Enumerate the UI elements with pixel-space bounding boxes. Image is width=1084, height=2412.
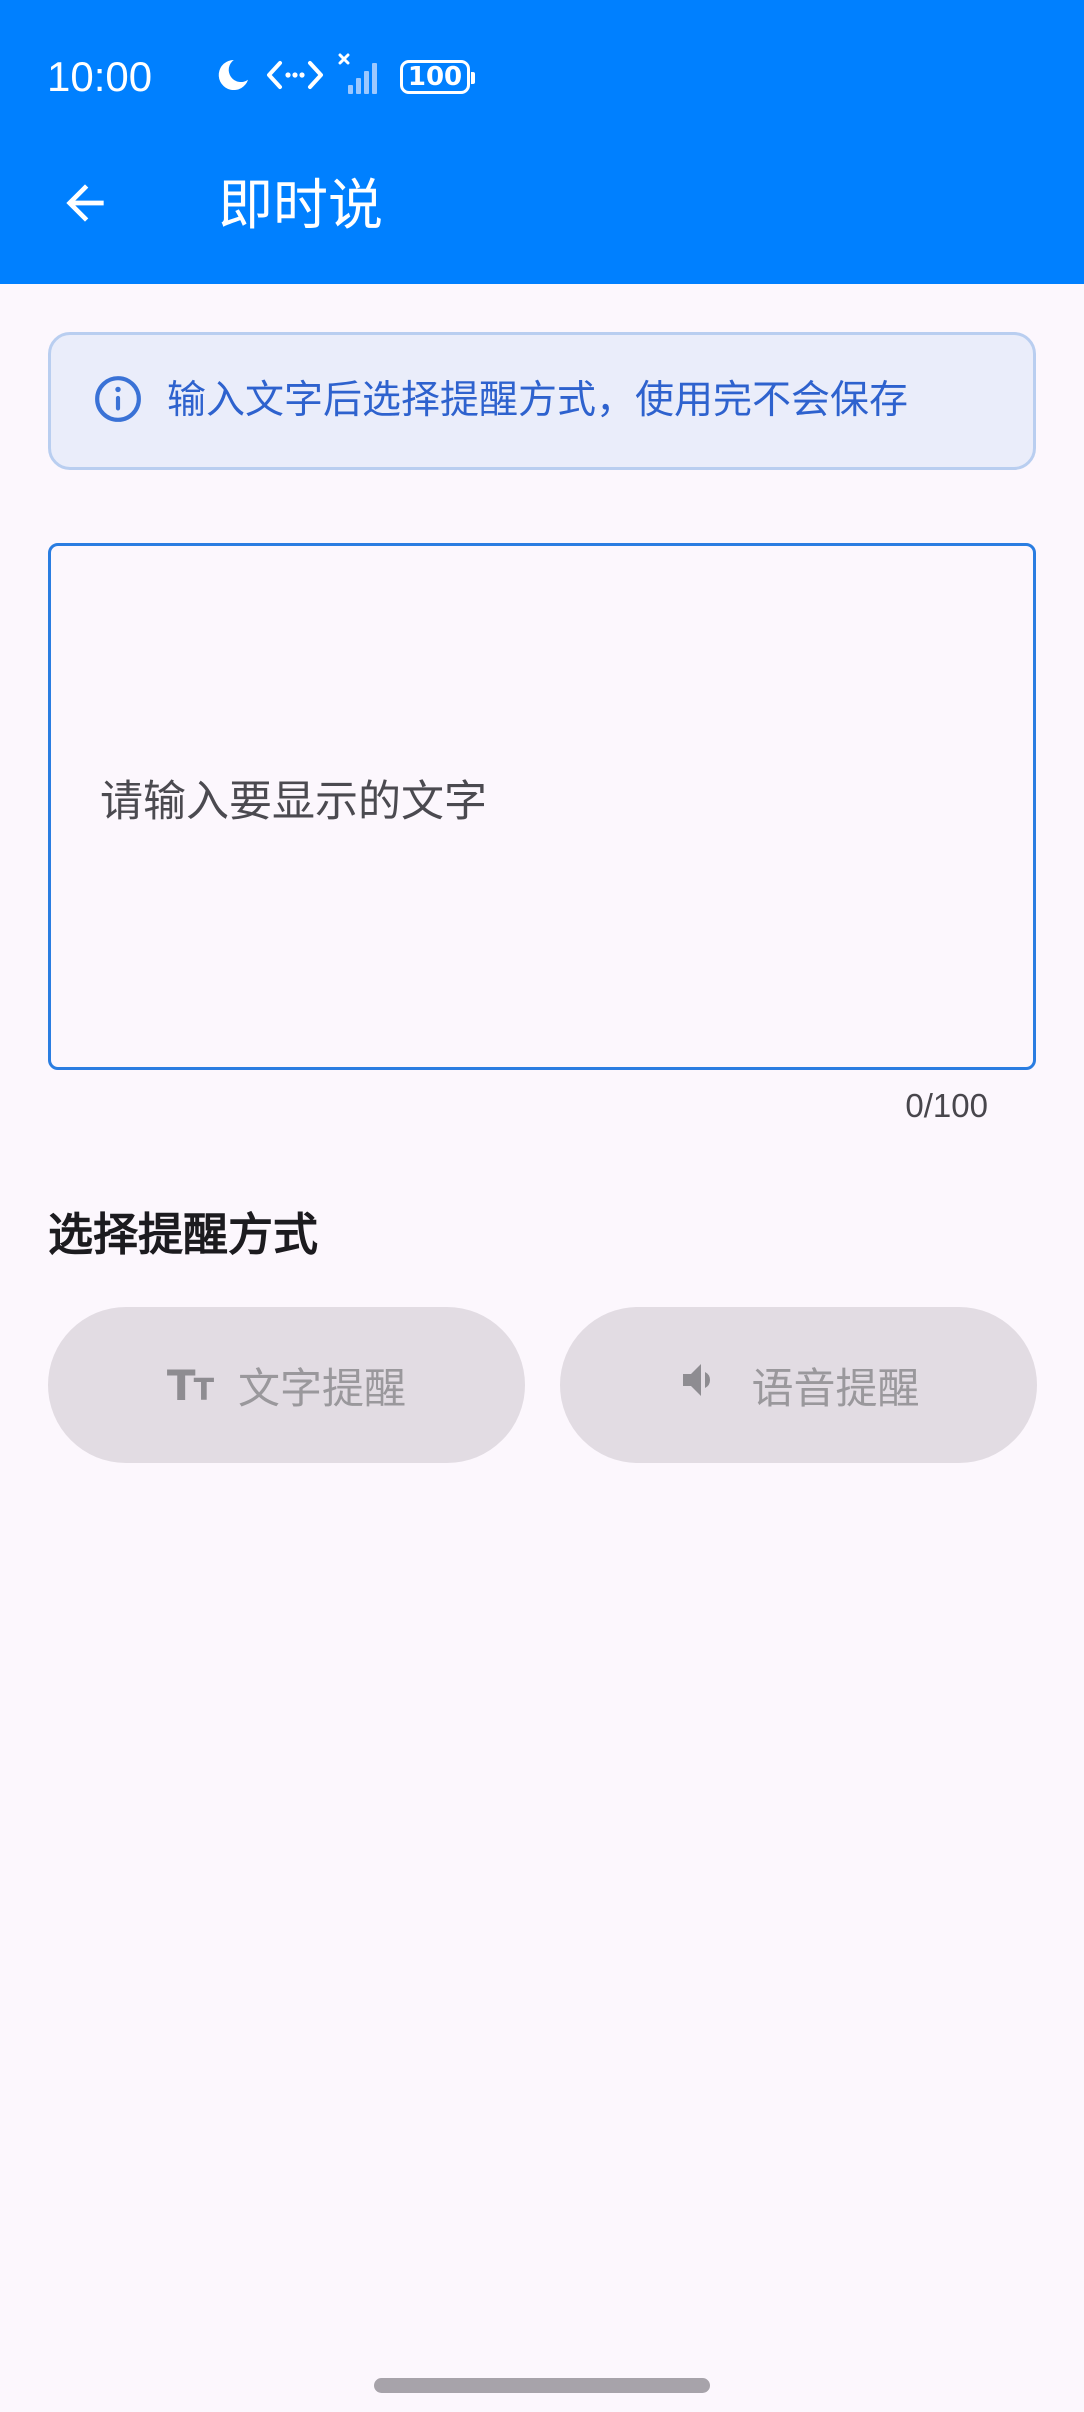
info-icon xyxy=(93,374,143,428)
text-fields-icon: TT xyxy=(166,1360,214,1410)
volume-icon xyxy=(677,1356,725,1414)
remind-section-title: 选择提醒方式 xyxy=(48,1208,319,1261)
info-banner: 输入文字后选择提醒方式，使用完不会保存 xyxy=(48,332,1036,470)
voice-remind-button[interactable]: 语音提醒 xyxy=(560,1307,1037,1463)
text-remind-button[interactable]: TT 文字提醒 xyxy=(48,1307,525,1463)
message-input[interactable] xyxy=(48,543,1036,1070)
signal-icon xyxy=(338,53,386,101)
moon-icon xyxy=(214,56,252,98)
voice-remind-label: 语音提醒 xyxy=(751,1363,920,1413)
data-transfer-icon xyxy=(266,56,324,98)
arrow-back-icon xyxy=(57,175,113,235)
battery-indicator: 100 xyxy=(400,60,475,94)
home-indicator[interactable] xyxy=(374,2378,710,2393)
back-button[interactable] xyxy=(40,160,130,250)
text-remind-label: 文字提醒 xyxy=(238,1363,407,1413)
info-text: 输入文字后选择提醒方式，使用完不会保存 xyxy=(167,378,909,423)
status-time: 10:00 xyxy=(47,53,153,100)
status-icons: 100 xyxy=(214,52,475,102)
character-counter: 0/100 xyxy=(905,1087,988,1124)
page-title: 即时说 xyxy=(218,173,384,237)
app-bar: 10:00 100 即时说 xyxy=(0,0,1084,284)
